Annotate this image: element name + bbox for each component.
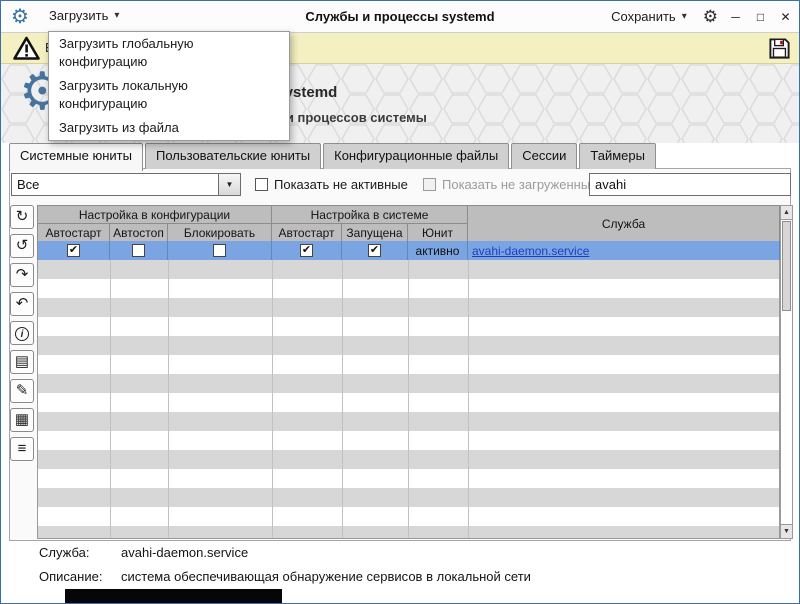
header-col-autostart-config: Автостарт	[38, 224, 110, 242]
caret-down-icon: ▾	[114, 10, 119, 21]
load-menu-button[interactable]: Загрузить ▾	[43, 4, 125, 27]
info-icon: i	[15, 327, 29, 341]
service-detail-label: Служба:	[39, 545, 89, 560]
progress-bar	[65, 589, 282, 603]
column-divider	[468, 260, 469, 538]
save-menu-label: Сохранить	[611, 9, 676, 24]
tab-bar: Системные юниты Пользовательские юниты К…	[9, 143, 658, 171]
app-gear-icon: ⚙	[11, 4, 29, 29]
journal-button[interactable]: ▦	[10, 408, 34, 432]
load-menu-dropdown: Загрузить глобальную конфигурацию Загруз…	[48, 31, 290, 141]
app-window: ⚙ Загрузить ▾ Службы и процессы systemd …	[0, 0, 800, 604]
header-group-system: Настройка в системе	[272, 206, 468, 224]
undo-arrow-icon: ↶	[16, 295, 29, 312]
load-menu-label: Загрузить	[49, 8, 108, 23]
tab-config-files[interactable]: Конфигурационные файлы	[323, 143, 509, 169]
unit-filter-value: Все	[12, 174, 218, 195]
autostop-checkbox[interactable]	[132, 244, 145, 257]
autostart-config-checkbox[interactable]: ✔	[67, 244, 80, 257]
cell-autostart-system: ✔	[272, 241, 342, 260]
info-button[interactable]: i	[10, 321, 34, 345]
list-button[interactable]: ≡	[10, 437, 34, 461]
table-row[interactable]: ✔ ✔ ✔ активно avahi-daemon.service	[37, 241, 780, 260]
tab-user-units[interactable]: Пользовательские юниты	[145, 143, 321, 169]
service-detail-value: avahi-daemon.service	[121, 545, 248, 560]
side-toolbar: ↻ ↺ ↷ ↶ i ▤ ✎ ▦ ≡	[10, 205, 34, 461]
titlebar-actions: Сохранить ▾ ⚙ ─ □ ✕	[605, 1, 793, 32]
save-file-button[interactable]	[768, 37, 791, 65]
column-divider	[342, 260, 343, 538]
units-table-header: Настройка в конфигурации Настройка в сис…	[37, 205, 780, 242]
window-titlebar: ⚙ Загрузить ▾ Службы и процессы systemd …	[1, 1, 799, 33]
refresh-button[interactable]: ↻	[10, 205, 34, 229]
vertical-scrollbar[interactable]: ▲ ▼	[780, 205, 793, 539]
column-divider	[408, 260, 409, 538]
close-button[interactable]: ✕	[778, 10, 793, 24]
edit-file-button[interactable]: ✎	[10, 379, 34, 403]
scroll-down-button[interactable]: ▼	[781, 524, 792, 538]
column-divider	[272, 260, 273, 538]
column-divider	[110, 260, 111, 538]
cell-service: avahi-daemon.service	[468, 241, 780, 260]
redo-arrow-icon: ↷	[16, 266, 29, 283]
cell-block	[168, 241, 272, 260]
tab-system-units[interactable]: Системные юниты	[9, 143, 143, 171]
show-inactive-label: Показать не активные	[274, 177, 408, 192]
tab-timers[interactable]: Таймеры	[579, 143, 656, 169]
scrollbar-thumb[interactable]	[782, 221, 791, 311]
header-col-block: Блокировать	[168, 224, 272, 242]
description-value: система обеспечивающая обнаружение серви…	[121, 569, 531, 584]
redo-button[interactable]: ↷	[10, 263, 34, 287]
header-group-config: Настройка в конфигурации	[38, 206, 272, 224]
show-unloaded-label: Показать не загруженные	[442, 177, 597, 192]
description-label: Описание:	[39, 569, 102, 584]
minimize-button[interactable]: ─	[728, 10, 743, 24]
menu-item-load-global[interactable]: Загрузить глобальную конфигурацию	[49, 32, 289, 74]
block-checkbox[interactable]	[213, 244, 226, 257]
header-col-autostart-system: Автостарт	[272, 224, 342, 242]
show-inactive-checkbox[interactable]	[255, 178, 268, 191]
unit-filter-combobox[interactable]: Все ▼	[11, 173, 241, 196]
cell-unit-status: активно	[408, 241, 468, 260]
menu-item-load-local[interactable]: Загрузить локальную конфигурацию	[49, 74, 289, 116]
running-checkbox[interactable]: ✔	[368, 244, 381, 257]
units-table-body	[37, 260, 780, 539]
header-col-autostop: Автостоп	[110, 224, 168, 242]
cell-autostart-config: ✔	[38, 241, 110, 260]
combo-arrow-icon[interactable]: ▼	[218, 174, 240, 195]
service-link[interactable]: avahi-daemon.service	[472, 244, 589, 258]
header-col-unit: Юнит	[408, 224, 468, 242]
header-col-service: Служба	[468, 206, 780, 242]
search-input[interactable]	[589, 173, 791, 196]
journal-icon: ▦	[15, 411, 29, 428]
settings-gear-button[interactable]: ⚙	[703, 7, 718, 27]
file-button[interactable]: ▤	[10, 350, 34, 374]
reload-icon: ↺	[16, 237, 29, 254]
tab-sessions[interactable]: Сессии	[511, 143, 577, 169]
column-divider	[168, 260, 169, 538]
unit-status: активно	[416, 244, 460, 258]
menu-item-load-file[interactable]: Загрузить из файла	[49, 116, 289, 140]
cell-running: ✔	[342, 241, 408, 260]
scroll-up-button[interactable]: ▲	[781, 206, 792, 220]
save-menu-button[interactable]: Сохранить ▾	[605, 5, 693, 28]
header-col-running: Запущена	[342, 224, 408, 242]
maximize-button[interactable]: □	[753, 10, 768, 24]
cell-autostop	[110, 241, 168, 260]
warning-icon	[13, 36, 40, 66]
show-unloaded-checkbox[interactable]	[423, 178, 436, 191]
file-icon: ▤	[15, 353, 29, 370]
refresh-icon: ↻	[16, 208, 29, 225]
reload-button[interactable]: ↺	[10, 234, 34, 258]
caret-down-icon: ▾	[682, 11, 687, 22]
autostart-system-checkbox[interactable]: ✔	[300, 244, 313, 257]
edit-icon: ✎	[16, 382, 29, 399]
list-icon: ≡	[18, 440, 27, 457]
undo-button[interactable]: ↶	[10, 292, 34, 316]
